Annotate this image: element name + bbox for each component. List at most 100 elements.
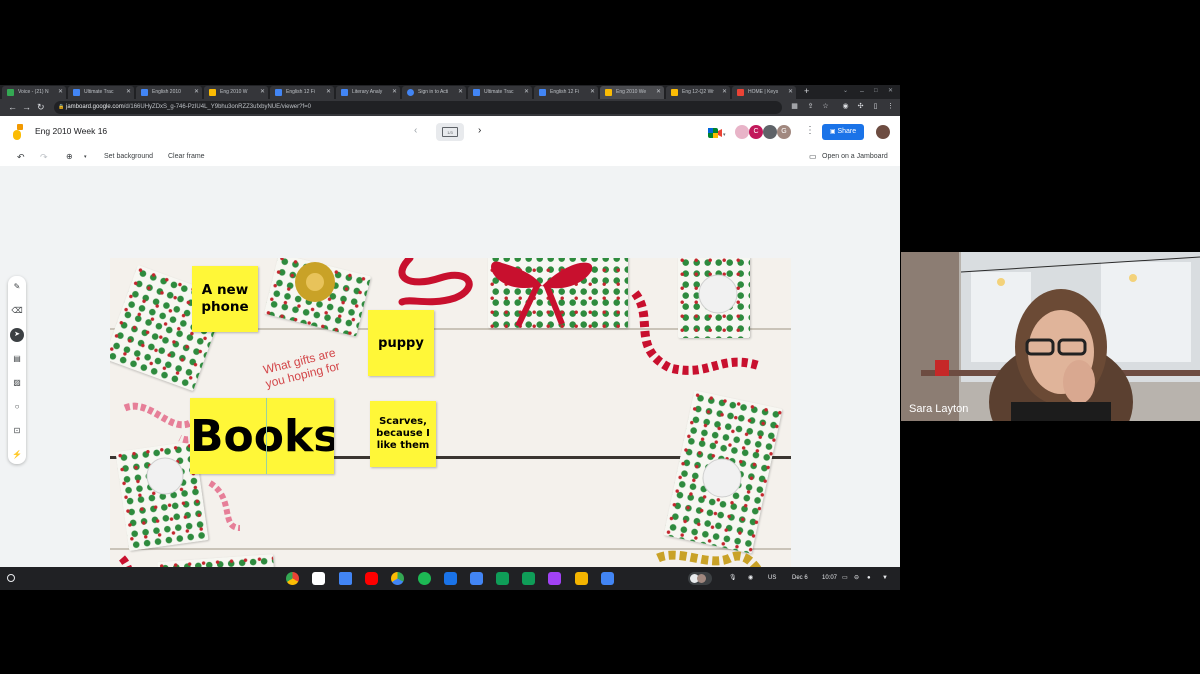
account-icon — [407, 89, 414, 96]
docs-app-icon[interactable] — [339, 572, 352, 585]
pen-icon[interactable]: ✎ — [10, 280, 24, 294]
sticky-note[interactable]: A new phone — [192, 266, 258, 332]
date-label[interactable]: Dec 6 — [792, 571, 808, 585]
browser-tab[interactable]: English 12 Fi ✕ — [270, 86, 334, 99]
account-avatar[interactable] — [876, 125, 890, 139]
share-button[interactable]: ▣ Share — [822, 124, 864, 140]
eraser-icon[interactable]: ⌫ — [10, 304, 24, 318]
previous-frame-icon[interactable]: ‹ — [414, 125, 417, 136]
close-icon[interactable]: ✕ — [260, 86, 265, 99]
classroom-icon[interactable] — [522, 572, 535, 585]
close-icon[interactable]: ✕ — [58, 86, 63, 99]
avatar[interactable] — [763, 125, 777, 139]
forms-icon[interactable] — [548, 572, 561, 585]
play-store-icon[interactable] — [391, 572, 404, 585]
close-icon[interactable]: ✕ — [656, 86, 661, 99]
avatar[interactable]: G — [777, 125, 791, 139]
close-icon[interactable]: ✕ — [788, 86, 793, 99]
laser-icon[interactable]: ⚡ — [10, 448, 24, 462]
puzzle-icon[interactable]: ✣ — [856, 102, 865, 111]
next-frame-icon[interactable]: › — [478, 125, 481, 136]
spotify-icon[interactable] — [418, 572, 431, 585]
more-options-icon[interactable]: ⋮ — [805, 125, 815, 136]
close-icon[interactable]: ✕ — [458, 86, 463, 99]
cast-icon[interactable]: ▭ — [842, 571, 848, 585]
more-menu-icon[interactable]: ⋮ — [886, 102, 895, 111]
browser-tab[interactable]: Voice - (21) N ✕ — [2, 86, 66, 99]
sticky-note[interactable]: Books — [190, 398, 334, 474]
close-window-icon[interactable]: ✕ — [888, 85, 893, 98]
jam-frame[interactable]: What gifts are you hoping for A new phon… — [110, 258, 791, 567]
clock-time[interactable]: 10:07 — [822, 571, 837, 585]
forward-icon[interactable]: → — [22, 101, 31, 114]
sticky-note-icon[interactable]: ▤ — [10, 352, 24, 366]
close-icon[interactable]: ✕ — [326, 86, 331, 99]
browser-tab[interactable]: Ultimate Trac ✕ — [468, 86, 532, 99]
frame-bar-button[interactable]: 1/3 — [436, 123, 464, 141]
reload-icon[interactable]: ↻ — [37, 101, 45, 114]
tab-search-icon[interactable]: ⌄ — [843, 85, 848, 98]
image-icon[interactable]: ▨ — [10, 376, 24, 390]
undo-icon[interactable]: ↶ — [17, 151, 25, 163]
document-title[interactable]: Eng 2010 Week 16 — [35, 126, 107, 136]
browser-tab[interactable]: Ultimate Trac ✕ — [68, 86, 134, 99]
site-icon — [737, 89, 744, 96]
browser-tab[interactable]: English 2010 ✕ — [136, 86, 202, 99]
zoom-icon[interactable]: ⊕ — [66, 151, 73, 163]
url-field[interactable]: 🔒 jamboard.google.com/d/166UHyZDxS_g-746… — [54, 101, 782, 114]
close-icon[interactable]: ✕ — [392, 86, 397, 99]
avatar[interactable]: C — [749, 125, 763, 139]
meet-present-icon[interactable]: ▾ — [708, 126, 726, 138]
browser-tab[interactable]: Sign in to Acti ✕ — [402, 86, 466, 99]
notification-icon[interactable]: ● — [867, 571, 871, 585]
files-icon[interactable] — [470, 572, 483, 585]
sheets-icon[interactable] — [496, 572, 509, 585]
jamboard-logo[interactable] — [12, 124, 24, 140]
camera-icon[interactable] — [444, 572, 457, 585]
share-page-icon[interactable]: ⇪ — [806, 102, 815, 111]
chrome-icon[interactable] — [286, 572, 299, 585]
browser-tab[interactable]: English 12 Fi ✕ — [534, 86, 598, 99]
redo-icon[interactable]: ↷ — [40, 151, 48, 163]
avatar[interactable] — [735, 125, 749, 139]
keep-icon[interactable] — [575, 572, 588, 585]
holding-space-tray[interactable] — [688, 572, 712, 585]
qr-icon[interactable]: ▦ — [790, 102, 799, 111]
gmail-icon[interactable] — [312, 572, 325, 585]
browser-tab[interactable]: Eng 12-Q2 Wr ✕ — [666, 86, 730, 99]
back-icon[interactable]: ← — [8, 101, 17, 114]
close-icon[interactable]: ✕ — [194, 86, 199, 99]
launcher-icon[interactable] — [7, 574, 15, 582]
screen-capture-icon[interactable]: ◉ — [748, 571, 753, 585]
close-icon[interactable]: ✕ — [722, 86, 727, 99]
set-background-button[interactable]: Set background — [104, 151, 153, 163]
maximize-icon[interactable]: □ — [874, 85, 878, 98]
browser-tab-active[interactable]: Eng 2010 We ✕ — [600, 86, 664, 99]
sticky-note[interactable]: puppy — [368, 310, 434, 376]
calendar-icon[interactable] — [601, 572, 614, 585]
wifi-icon[interactable]: ▼ — [882, 571, 888, 585]
close-icon[interactable]: ✕ — [126, 86, 131, 99]
extension-icon[interactable]: ◉ — [841, 102, 850, 111]
zoom-dropdown-icon[interactable]: ▾ — [84, 151, 87, 163]
side-panel-icon[interactable]: ▯ — [871, 102, 880, 111]
sticky-note[interactable]: Scarves, because I like them — [370, 401, 436, 467]
minimize-icon[interactable]: – — [860, 85, 864, 98]
input-method-label[interactable]: US — [768, 571, 776, 585]
select-icon[interactable]: ➤ — [10, 328, 24, 342]
participant-video-tile[interactable] — [901, 252, 1200, 421]
dnd-icon[interactable]: ⊖ — [854, 571, 859, 585]
bookmark-star-icon[interactable]: ☆ — [821, 102, 830, 111]
text-box-icon[interactable]: ⊡ — [10, 424, 24, 438]
new-tab-icon[interactable]: + — [804, 85, 809, 98]
browser-tab[interactable]: HOME | Keys ✕ — [732, 86, 796, 99]
clear-frame-button[interactable]: Clear frame — [168, 151, 205, 163]
open-on-jamboard-button[interactable]: Open on a Jamboard — [822, 151, 888, 163]
browser-tab[interactable]: Literary Analy ✕ — [336, 86, 400, 99]
close-icon[interactable]: ✕ — [590, 86, 595, 99]
youtube-icon[interactable] — [365, 572, 378, 585]
microphone-icon[interactable]: 🎙 — [729, 571, 737, 585]
circle-shape-icon[interactable]: ○ — [10, 400, 24, 414]
close-icon[interactable]: ✕ — [524, 86, 529, 99]
browser-tab[interactable]: Eng 2010 W ✕ — [204, 86, 268, 99]
